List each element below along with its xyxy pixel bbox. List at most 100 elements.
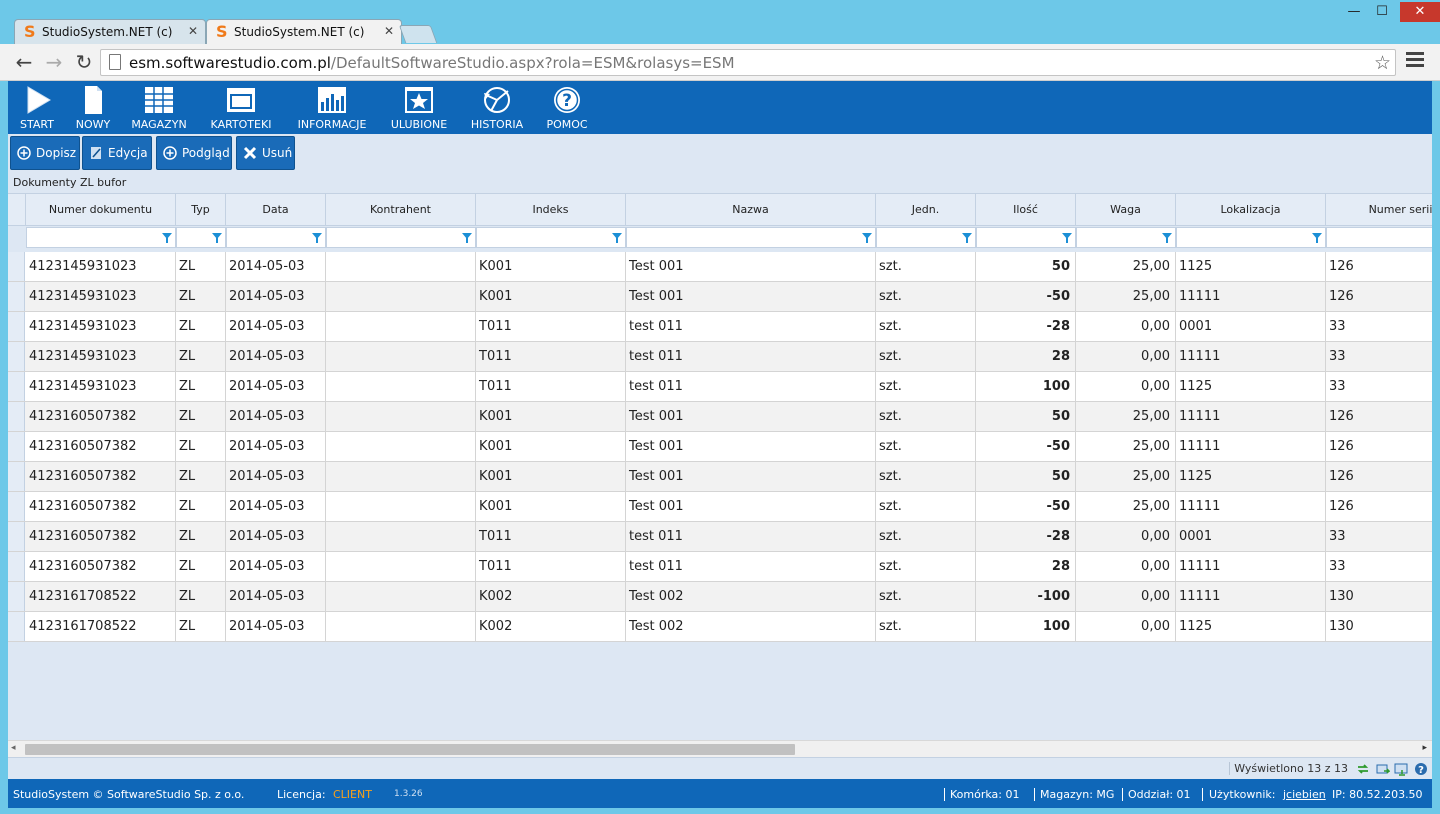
column-filter-input[interactable] [626,227,876,248]
table-row[interactable]: 4123161708522 ZL 2014-05-03 K002 Test 002 szt… [8,582,1432,612]
table-row[interactable]: 4123145931023 ZL 2014-05-03 K001 Test 001 szt… [8,252,1432,282]
filter-funnel-icon[interactable] [312,233,322,243]
export-icon[interactable] [1376,762,1390,776]
menu-pomoc[interactable]: ? POMOC [540,81,594,134]
browser-tab-1[interactable]: S StudioSystem.NET (c) Softw ✕ [14,19,206,45]
row-selector[interactable] [8,252,25,281]
scrollbar-thumb[interactable] [25,744,795,755]
column-filter-input[interactable] [176,227,226,248]
table-row[interactable]: 4123160507382 ZL 2014-05-03 T011 test 011 szt… [8,522,1432,552]
menu-kartoteki[interactable]: KARTOTEKI [204,81,278,134]
delete-button[interactable]: Usuń [236,136,295,170]
browser-tab-2[interactable]: S StudioSystem.NET (c) Softw ✕ [206,19,402,45]
print-icon[interactable] [1394,762,1408,776]
window-frame-bottom [0,808,1440,814]
address-bar[interactable]: esm.softwarestudio.com.pl/DefaultSoftwar… [100,49,1396,76]
table-cell: 4123145931023 [26,282,176,311]
table-cell: 1125 [1176,372,1326,401]
column-filter-input[interactable] [26,227,176,248]
column-filter-input[interactable] [226,227,326,248]
tab-close-icon[interactable]: ✕ [384,24,394,38]
column-header[interactable]: Ilość [976,194,1076,226]
filter-funnel-icon[interactable] [1062,233,1072,243]
filter-funnel-icon[interactable] [162,233,172,243]
menu-nowy[interactable]: NOWY [66,81,120,134]
scroll-right-arrow-icon[interactable]: ▸ [1422,743,1427,753]
add-button[interactable]: Dopisz [10,136,80,170]
table-row[interactable]: 4123145931023 ZL 2014-05-03 T011 test 011 szt… [8,372,1432,402]
row-selector[interactable] [8,432,25,461]
column-header[interactable]: Data [226,194,326,226]
row-selector[interactable] [8,552,25,581]
table-cell: szt. [876,552,976,581]
filter-funnel-icon[interactable] [1312,233,1322,243]
filter-funnel-icon[interactable] [862,233,872,243]
table-cell: Test 001 [626,462,876,491]
column-filter-input[interactable] [1176,227,1326,248]
table-row[interactable]: 4123160507382 ZL 2014-05-03 K001 Test 001 szt… [8,432,1432,462]
help-icon[interactable]: ? [1414,762,1428,776]
column-header[interactable]: Numer serii [1326,194,1432,226]
browser-menu-icon[interactable] [1406,52,1424,70]
table-row[interactable]: 4123145931023 ZL 2014-05-03 T011 test 011 szt… [8,342,1432,372]
edit-button[interactable]: Edycja [82,136,152,170]
refresh-icon[interactable] [1356,762,1370,776]
column-header[interactable]: Jedn. [876,194,976,226]
row-selector[interactable] [8,402,25,431]
filter-funnel-icon[interactable] [212,233,222,243]
menu-informacje[interactable]: INFORMACJE [292,81,372,134]
table-row[interactable]: 4123160507382 ZL 2014-05-03 K001 Test 001 szt… [8,492,1432,522]
column-header[interactable]: Indeks [476,194,626,226]
menu-historia[interactable]: HISTORIA [464,81,530,134]
table-cell [326,372,476,401]
row-selector[interactable] [8,582,25,611]
column-header[interactable]: Typ [176,194,226,226]
preview-button[interactable]: Podgląd [156,136,232,170]
table-row[interactable]: 4123145931023 ZL 2014-05-03 T011 test 011 szt… [8,312,1432,342]
new-tab-button[interactable] [398,25,438,43]
filter-funnel-icon[interactable] [462,233,472,243]
window-close-icon[interactable]: ✕ [1400,2,1440,22]
column-header[interactable]: Kontrahent [326,194,476,226]
table-row[interactable]: 4123160507382 ZL 2014-05-03 T011 test 011 szt… [8,552,1432,582]
column-header[interactable]: Nazwa [626,194,876,226]
scroll-left-arrow-icon[interactable]: ◂ [11,743,16,753]
bookmark-star-icon[interactable]: ☆ [1374,52,1391,74]
row-selector[interactable] [8,522,25,551]
filter-funnel-icon[interactable] [962,233,972,243]
row-selector[interactable] [8,462,25,491]
column-filter-input[interactable] [326,227,476,248]
table-row[interactable]: 4123160507382 ZL 2014-05-03 K001 Test 001 szt… [8,402,1432,432]
row-selector[interactable] [8,372,25,401]
column-filter-input[interactable] [976,227,1076,248]
table-row[interactable]: 4123145931023 ZL 2014-05-03 K001 Test 001 szt… [8,282,1432,312]
menu-start[interactable]: START [10,81,64,134]
column-header[interactable]: Waga [1076,194,1176,226]
table-row[interactable]: 4123161708522 ZL 2014-05-03 K002 Test 002 szt… [8,612,1432,642]
column-filter-input[interactable] [476,227,626,248]
column-header[interactable]: Lokalizacja [1176,194,1326,226]
row-selector[interactable] [8,282,25,311]
column-header[interactable]: Numer dokumentu [26,194,176,226]
maximize-icon[interactable]: ☐ [1368,2,1396,22]
tab-close-icon[interactable]: ✕ [188,24,198,38]
forward-arrow-icon[interactable]: → [42,50,66,74]
filter-funnel-icon[interactable] [1162,233,1172,243]
row-selector[interactable] [8,492,25,521]
menu-ulubione[interactable]: ULUBIONE [386,81,452,134]
row-selector[interactable] [8,612,25,641]
user-link[interactable]: jciebien [1283,788,1326,801]
menu-magazyn[interactable]: MAGAZYN [126,81,192,134]
column-filter-input[interactable] [876,227,976,248]
column-filter-input[interactable] [1076,227,1176,248]
row-selector[interactable] [8,342,25,371]
reload-icon[interactable]: ↻ [72,50,96,74]
table-row[interactable]: 4123160507382 ZL 2014-05-03 K001 Test 001 szt… [8,462,1432,492]
back-arrow-icon[interactable]: ← [12,50,36,74]
row-selector[interactable] [8,312,25,341]
filter-funnel-icon[interactable] [612,233,622,243]
table-cell: 4123160507382 [26,462,176,491]
column-filter-input[interactable] [1326,227,1432,248]
minimize-icon[interactable]: — [1340,2,1368,22]
horizontal-scrollbar[interactable]: ◂ ▸ [8,740,1432,757]
